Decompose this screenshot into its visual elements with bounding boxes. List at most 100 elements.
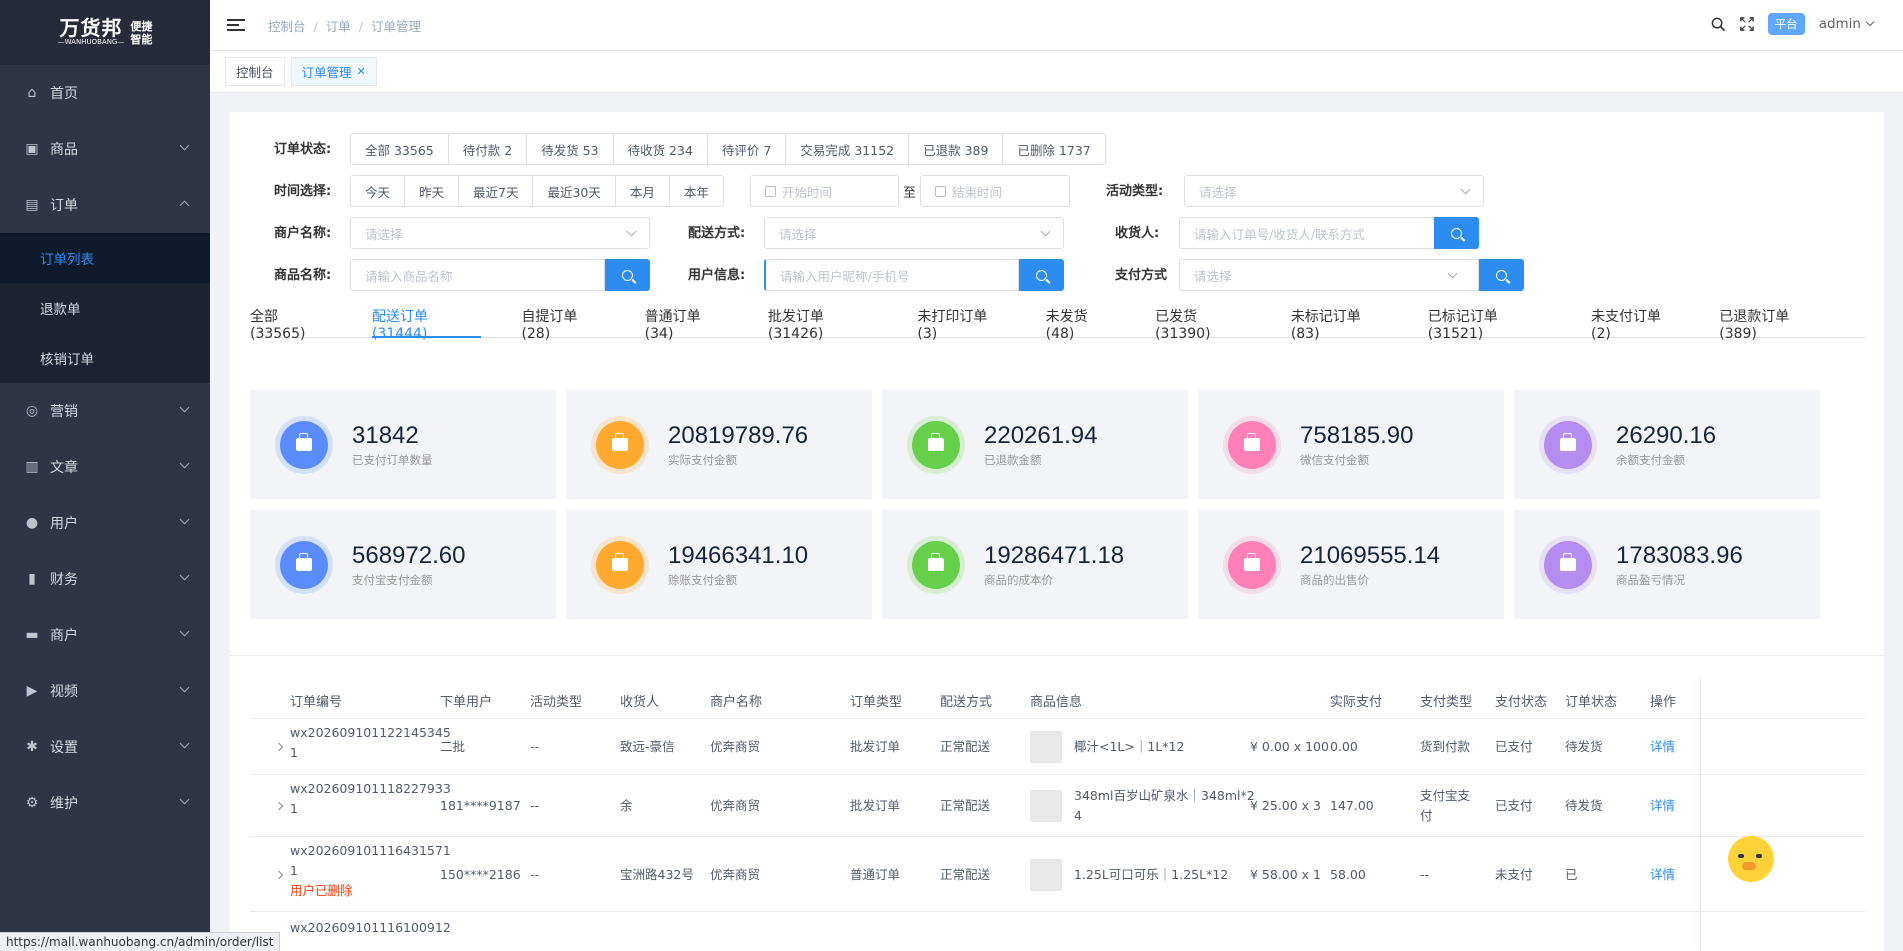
fullscreen-icon[interactable] (1739, 17, 1754, 31)
filter-option[interactable]: 最近7天 (459, 176, 534, 206)
sidebar-item-8[interactable]: ▶ 视频 (0, 663, 210, 719)
column-header: 支付类型 (1420, 695, 1473, 710)
breadcrumb-item[interactable]: 订单 (326, 19, 351, 34)
filter-option[interactable]: 全部 33565 (351, 134, 449, 164)
end-date-input[interactable]: 结束时间 (920, 175, 1070, 207)
merchant-select[interactable]: 请选择 (350, 217, 650, 249)
close-icon[interactable]: ✕ (357, 65, 366, 78)
order-submenu: 订单列表 退款单 核销订单 (0, 233, 210, 383)
stat-value: 568972.60 (352, 541, 466, 569)
table-header: 订单编号 下单用户 活动类型 收货人 商户名称 订单类型 配送方式 商品信息 实际支付 支付类型 支… (250, 677, 1865, 719)
filter-option[interactable]: 待付款 2 (449, 134, 528, 164)
platform-badge[interactable]: 平台 (1767, 13, 1805, 35)
filter-option[interactable]: 本月 (616, 176, 670, 206)
tab-order-type[interactable]: 已标记订单(31521) (1428, 302, 1551, 342)
tab-order-type[interactable]: 自提订单(28) (521, 302, 604, 342)
column-header: 活动类型 (530, 695, 583, 710)
userinfo-input[interactable]: 请输入用户昵称/手机号 (764, 259, 1019, 291)
receiver-search-button[interactable] (1434, 217, 1479, 249)
order-number: wx202609101122145345 (290, 725, 451, 740)
order-user: 181****9187 (440, 798, 521, 813)
tag-console[interactable]: 控制台 (225, 57, 285, 86)
pay-type: -- (1420, 866, 1430, 882)
merchant-icon: ▬ (25, 627, 39, 643)
maintenance-icon: ⚙ (25, 795, 39, 811)
detail-link[interactable]: 详情 (1650, 796, 1675, 816)
menu-toggle-icon[interactable] (227, 16, 245, 34)
filter-option[interactable]: 待收货 234 (614, 134, 708, 164)
payment-search-button[interactable] (1479, 259, 1524, 291)
user-menu[interactable]: admin (1819, 16, 1875, 32)
sidebar-subitem[interactable]: 核销订单 (0, 333, 210, 383)
chevron-down-icon (179, 458, 190, 469)
filter-option[interactable]: 已删除 1737 (1003, 134, 1104, 164)
tab-order-type[interactable]: 配送订单(31444) (371, 302, 482, 342)
clipboard-icon (596, 420, 644, 469)
activity-type: -- (530, 739, 540, 754)
sidebar-item-4[interactable]: ▥ 文章 (0, 439, 210, 495)
detail-link[interactable]: 详情 (1650, 737, 1675, 757)
activity-type-select[interactable]: 请选择 (1184, 175, 1484, 207)
filter-option[interactable]: 昨天 (405, 176, 460, 206)
sidebar-subitem[interactable]: 退款单 (0, 283, 210, 333)
filter-option[interactable]: 交易完成 31152 (786, 134, 910, 164)
receiver: 宝洲路432号 (620, 866, 694, 882)
order-status: 待发货 (1565, 798, 1603, 813)
sidebar-item-10[interactable]: ⚙ 维护 (0, 775, 210, 831)
tab-order-type[interactable]: 批发订单(31426) (768, 302, 877, 342)
expand-row-icon[interactable] (274, 742, 284, 752)
tab-order-type[interactable]: 全部(33565) (250, 302, 332, 342)
filter-option[interactable]: 待发货 53 (527, 134, 614, 164)
filter-option[interactable]: 已退款 389 (909, 134, 1004, 164)
expand-row-icon[interactable] (274, 870, 284, 879)
table-row: wx202609101118227933 1 181****9187 -- 余 优奔商贸 批… (250, 775, 1865, 837)
filter-option[interactable]: 今天 (351, 176, 406, 206)
receiver-input[interactable]: 请输入订单号/收货人/联系方式 (1179, 217, 1435, 249)
tab-order-type[interactable]: 未支付订单(2) (1591, 302, 1679, 342)
detail-link[interactable]: 详情 (1650, 865, 1675, 885)
sidebar-item-label: 订单 (50, 198, 78, 214)
userinfo-search-button[interactable] (1019, 259, 1064, 291)
sidebar-item-6[interactable]: ▮ 财务 (0, 551, 210, 607)
start-date-input[interactable]: 开始时间 (750, 175, 899, 207)
tab-order-type[interactable]: 已退款订单(389) (1719, 302, 1825, 342)
mascot-icon[interactable] (1720, 836, 1776, 892)
sidebar-item-0[interactable]: ⌂ 首页 (0, 65, 210, 121)
home-icon: ⌂ (27, 85, 37, 101)
filter-option[interactable]: 最近30天 (533, 176, 616, 206)
filter-option[interactable]: 本年 (670, 176, 723, 206)
filter-option[interactable]: 待评价 7 (708, 134, 787, 164)
delivery-select[interactable]: 请选择 (764, 217, 1064, 249)
stat-label: 已退款金额 (984, 452, 1042, 467)
order-number-cont: 1 (290, 801, 298, 816)
sidebar-item-5[interactable]: ● 用户 (0, 495, 210, 551)
expand-row-icon[interactable] (274, 801, 284, 811)
stat-label: 已支付订单数量 (352, 452, 433, 467)
unit-price: ¥ 58.00 x 1 (1250, 866, 1322, 882)
date-range-separator: 至 (903, 186, 917, 201)
tab-order-type[interactable]: 已发货(31390) (1155, 302, 1251, 342)
sidebar-item-1[interactable]: ▣ 商品 (0, 121, 210, 177)
tab-order-type[interactable]: 未标记订单(83) (1291, 302, 1388, 342)
logo-tagline: 便捷 智能 (130, 19, 153, 46)
sidebar-subitem[interactable]: 订单列表 (0, 233, 210, 283)
browser-status-url: https://mall.wanhuobang.cn/admin/order/l… (0, 932, 281, 951)
breadcrumb-item[interactable]: 控制台 (268, 19, 306, 34)
sidebar-item-2[interactable]: ▤ 订单 (0, 177, 210, 233)
sidebar-item-7[interactable]: ▬ 商户 (0, 607, 210, 663)
sidebar-item-9[interactable]: ✱ 设置 (0, 719, 210, 775)
tab-order-type[interactable]: 普通订单(34) (645, 302, 728, 342)
sidebar-item-3[interactable]: ◎ 营销 (0, 383, 210, 439)
tab-order-type[interactable]: 未发货(48) (1046, 302, 1115, 342)
product-thumbnail (1030, 858, 1062, 891)
tag-order-manage[interactable]: 订单管理 ✕ (290, 57, 377, 86)
search-icon[interactable] (1711, 17, 1726, 32)
stat-card: 19466341.10 赊账支付金额 (566, 510, 872, 619)
order-icon: ▤ (25, 197, 39, 213)
logo[interactable]: 万货邦 —WANHUOBANG— 便捷 智能 (0, 0, 210, 65)
tab-order-type[interactable]: 未打印订单(3) (917, 302, 1005, 342)
product-input[interactable]: 请输入商品名称 (350, 259, 605, 291)
pay-type: 支付宝支 (1420, 788, 1471, 803)
payment-select[interactable]: 请选择 (1179, 259, 1479, 291)
product-search-button[interactable] (605, 259, 650, 291)
